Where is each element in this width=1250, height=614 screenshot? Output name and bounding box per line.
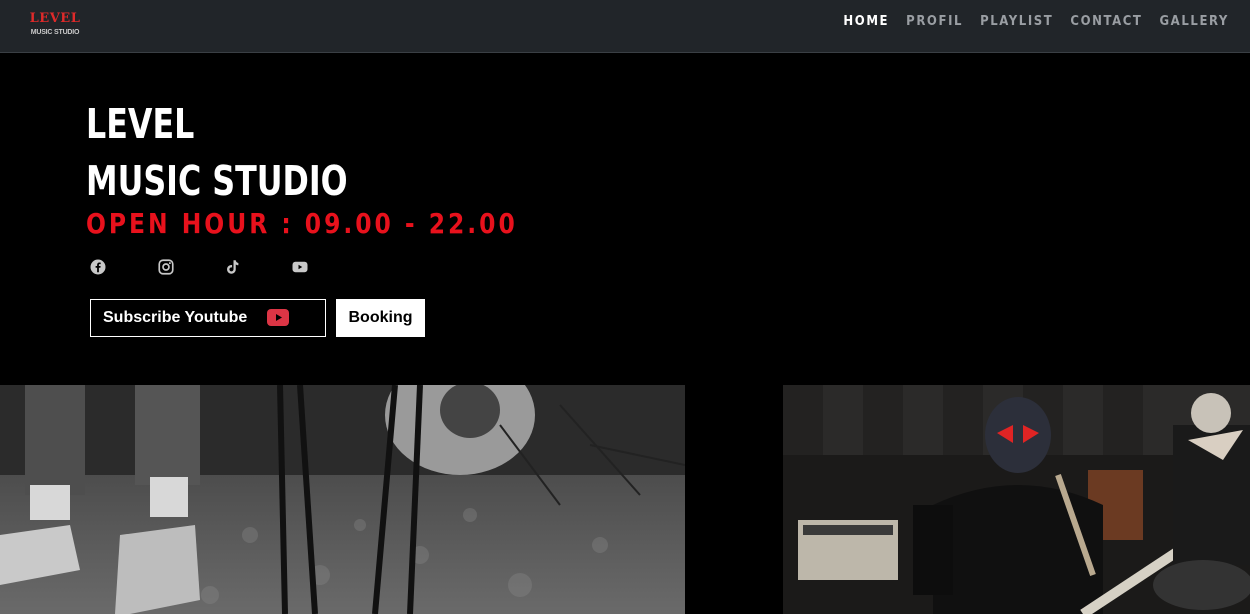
nav-link-playlist[interactable]: PLAYLIST [980, 14, 1053, 29]
logo-wordmark: LEVEL [29, 11, 81, 26]
booking-button[interactable]: Booking [336, 299, 425, 337]
masked-band-photo [783, 385, 1250, 614]
masked-band-illustration [783, 385, 1250, 614]
hero-title: LEVEL MUSIC STUDIO [86, 96, 348, 210]
nav-links: HOME PROFIL PLAYLIST CONTACT GALLERY [826, 14, 1229, 29]
instagram-icon[interactable] [157, 258, 175, 276]
subscribe-youtube-button[interactable]: Subscribe Youtube [90, 299, 326, 337]
youtube-icon[interactable] [291, 258, 309, 276]
navbar: LEVEL MUSIC STUDIO HOME PROFIL PLAYLIST … [0, 0, 1250, 53]
studio-logo[interactable]: LEVEL MUSIC STUDIO [24, 11, 86, 43]
youtube-play-icon [267, 309, 289, 326]
nav-link-profil[interactable]: PROFIL [906, 14, 963, 29]
tiktok-icon[interactable] [223, 258, 241, 276]
facebook-icon[interactable] [89, 258, 107, 276]
hero-title-line1: LEVEL [86, 100, 195, 148]
hero-title-line2: MUSIC STUDIO [86, 157, 348, 205]
nav-link-gallery[interactable]: GALLERY [1159, 14, 1229, 29]
logo-subtitle: MUSIC STUDIO [30, 29, 80, 36]
nav-link-home[interactable]: HOME [843, 14, 889, 29]
drummer-floor-illustration [0, 385, 685, 614]
subscribe-youtube-label: Subscribe Youtube [103, 309, 248, 326]
open-hour-text: OPEN HOUR : 09.00 - 22.00 [86, 207, 518, 240]
nav-link-contact[interactable]: CONTACT [1070, 14, 1142, 29]
drummer-floor-photo [0, 385, 685, 614]
